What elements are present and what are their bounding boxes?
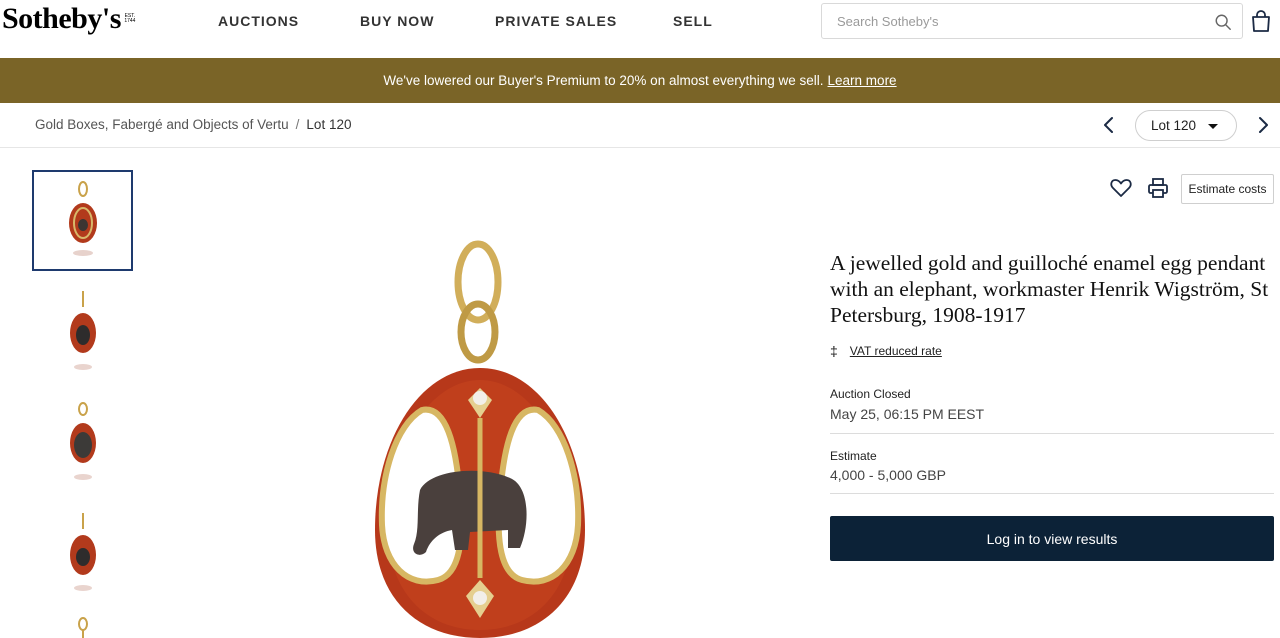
lot-dropdown[interactable]: Lot 120 — [1135, 110, 1237, 141]
search-icon[interactable] — [1214, 13, 1232, 31]
vat-symbol: ‡ — [830, 343, 838, 359]
thumbnail-2[interactable] — [32, 280, 133, 381]
logo-est-mark: EST. 1744 — [124, 13, 136, 24]
estimate-label: Estimate — [830, 449, 877, 463]
sothebys-logo[interactable]: Sotheby's EST. 1744 — [2, 2, 136, 36]
breadcrumb-separator: / — [295, 117, 300, 132]
vat-reduced-rate-link[interactable]: VAT reduced rate — [850, 344, 942, 358]
pendant-thumbnail-image — [68, 180, 97, 256]
thumbnail-1[interactable] — [32, 170, 133, 271]
heart-icon[interactable] — [1110, 178, 1132, 198]
chevron-left-icon[interactable] — [1098, 114, 1120, 136]
learn-more-link[interactable]: Learn more — [828, 73, 897, 88]
logo-wordmark: Sotheby's — [2, 2, 121, 35]
divider — [830, 493, 1274, 494]
lot-title: A jewelled gold and guilloché enamel egg… — [830, 251, 1269, 327]
log-in-to-view-results-button[interactable]: Log in to view results — [830, 516, 1274, 561]
nav-buy-now[interactable]: BUY NOW — [360, 13, 434, 29]
estimate-costs-button[interactable]: Estimate costs — [1181, 174, 1274, 204]
bag-icon[interactable] — [1250, 9, 1272, 33]
thumbnail-5[interactable] — [32, 610, 133, 638]
estimate-value: 4,000 - 5,000 GBP — [830, 467, 946, 483]
promo-banner: We've lowered our Buyer's Premium to 20%… — [0, 58, 1280, 103]
breadcrumb-current: Lot 120 — [306, 117, 352, 132]
nav-auctions[interactable]: AUCTIONS — [218, 13, 299, 29]
pendant-thumbnail-image — [69, 401, 96, 480]
breadcrumb-parent[interactable]: Gold Boxes, Fabergé and Objects of Vertu — [35, 117, 289, 132]
pendant-thumbnail-image — [69, 290, 96, 370]
auction-status-label: Auction Closed — [830, 387, 911, 401]
main-lot-image[interactable] — [360, 240, 600, 638]
nav-sell[interactable]: SELL — [673, 13, 713, 29]
auction-closed-time: May 25, 06:15 PM EEST — [830, 406, 985, 422]
site-header: Sotheby's EST. 1744 AUCTIONS BUY NOW PRI… — [0, 0, 1280, 58]
breadcrumb-row: Gold Boxes, Fabergé and Objects of Vertu… — [0, 103, 1280, 148]
nav-private-sales[interactable]: PRIVATE SALES — [495, 13, 617, 29]
print-icon[interactable] — [1147, 177, 1169, 199]
search-box — [821, 3, 1243, 39]
lot-dropdown-label: Lot 120 — [1151, 118, 1197, 133]
caret-down-icon — [1208, 124, 1218, 129]
breadcrumb: Gold Boxes, Fabergé and Objects of Vertu… — [35, 117, 351, 132]
banner-message: We've lowered our Buyer's Premium to 20%… — [383, 73, 824, 88]
chevron-right-icon[interactable] — [1252, 114, 1274, 136]
pendant-thumbnail-image — [77, 617, 88, 638]
thumbnail-4[interactable] — [32, 500, 133, 601]
pendant-thumbnail-image — [69, 512, 96, 591]
thumbnail-3[interactable] — [32, 390, 133, 491]
vat-row: ‡ VAT reduced rate — [830, 343, 942, 359]
divider — [830, 433, 1274, 434]
search-input[interactable] — [837, 4, 1207, 38]
